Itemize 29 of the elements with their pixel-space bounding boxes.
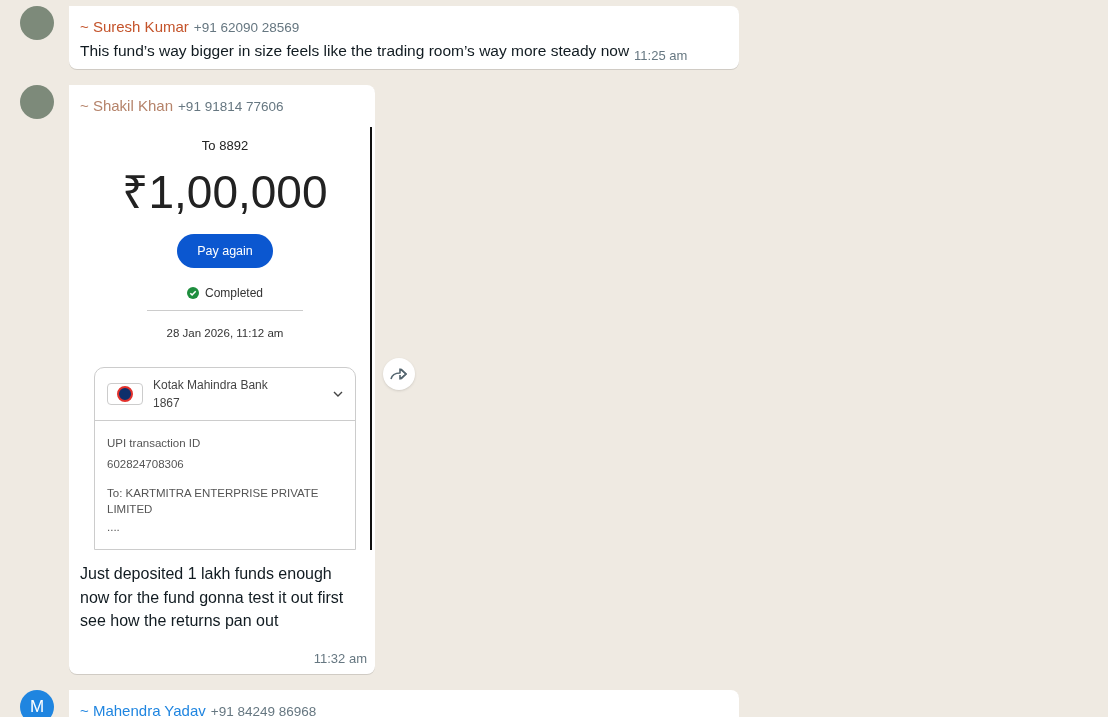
- avatar[interactable]: M: [20, 690, 54, 717]
- check-circle-icon: [187, 287, 199, 300]
- message-text: This fund’s way bigger in size feels like the trading room’s way more steady now: [80, 40, 630, 61]
- payee-text: To 8892: [201, 137, 249, 155]
- payee-account: ....: [107, 520, 121, 535]
- payee-name: To: KARTMITRA ENTERPRISE PRIVATE LIMITED: [107, 486, 320, 517]
- message-time: 11:32 am: [313, 649, 367, 668]
- sender-name[interactable]: ~ Mahendra Yadav: [80, 700, 206, 717]
- sender-name[interactable]: ~ Suresh Kumar: [80, 16, 189, 39]
- bank-account: 1867: [153, 394, 181, 412]
- bank-logo-icon: [107, 382, 143, 405]
- status-text: Completed: [205, 285, 263, 303]
- avatar-photo-placeholder[interactable]: [20, 84, 54, 119]
- sender-name[interactable]: ~ Shakil Khan: [80, 94, 173, 117]
- sender-phone: +91 91814 77606: [178, 97, 284, 116]
- transaction-id-label: UPI transaction ID: [107, 435, 202, 451]
- avatar-photo-placeholder[interactable]: [20, 6, 54, 40]
- bank-name: Kotak Mahindra Bank: [153, 376, 269, 394]
- message-text: Just deposited 1 lakh funds enough now for the fund gonna test it out first see how the returns pan out: [79, 564, 345, 631]
- sender-phone: +91 84249 86968: [210, 703, 317, 717]
- forward-arrow-icon: [390, 366, 408, 381]
- pay-again-button: Pay again: [177, 233, 273, 269]
- transaction-id: 602824708306: [107, 456, 185, 472]
- sender-phone: +91 62090 28569: [193, 19, 300, 37]
- amount-text: ₹1,00,000: [122, 164, 328, 220]
- date-text: 28 Jan 2026, 11:12 am: [166, 326, 284, 342]
- forward-button[interactable]: [383, 357, 415, 390]
- message-time: 11:25 am: [634, 47, 688, 65]
- chevron-down-icon: [333, 390, 343, 397]
